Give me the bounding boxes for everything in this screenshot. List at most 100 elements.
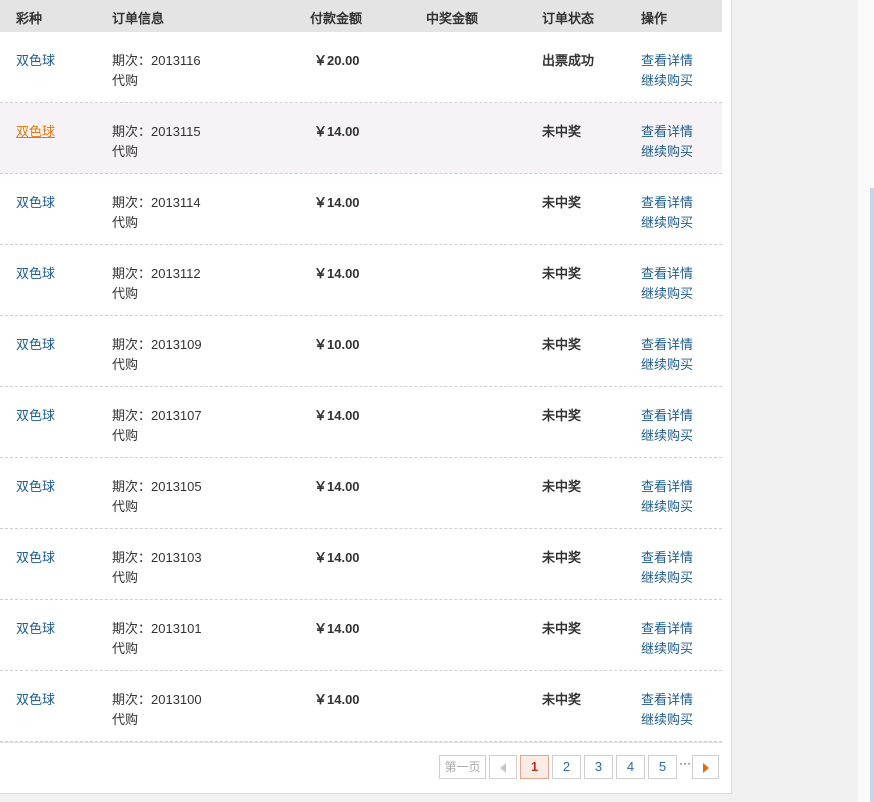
pay-amount: ￥14.00 (314, 621, 360, 636)
order-list-panel: 彩种 订单信息 付款金额 中奖金额 订单状态 操作 双色球 期次：2013116… (0, 0, 732, 794)
issue-number: 期次：2013114 (112, 195, 201, 210)
row-actions: 查看详情 继续购买 (641, 477, 693, 517)
lottery-type-link[interactable]: 双色球 (16, 335, 55, 355)
view-details-link[interactable]: 查看详情 (641, 122, 693, 142)
prev-page-button[interactable] (489, 755, 517, 779)
page-button[interactable]: 4 (616, 755, 645, 779)
order-status: 未中奖 (542, 408, 582, 423)
order-info: 期次：2013100 代购 (112, 690, 202, 730)
table-row: 双色球 期次：2013114 代购 ￥14.00 未中奖 查看详情 继续购买 (0, 174, 722, 245)
lottery-type-link[interactable]: 双色球 (16, 51, 55, 71)
row-actions: 查看详情 继续购买 (641, 122, 693, 162)
issue-number: 期次：2013109 (112, 337, 202, 352)
order-status: 未中奖 (542, 479, 582, 494)
order-mode: 代购 (112, 641, 139, 656)
lottery-type-link[interactable]: 双色球 (16, 122, 55, 142)
continue-buy-link[interactable]: 继续购买 (641, 426, 693, 446)
view-details-link[interactable]: 查看详情 (641, 477, 693, 497)
table-row: 双色球 期次：2013100 代购 ￥14.00 未中奖 查看详情 继续购买 (0, 671, 722, 742)
continue-buy-link[interactable]: 继续购买 (641, 568, 693, 588)
pay-amount: ￥20.00 (314, 53, 360, 68)
header-win-amount: 中奖金额 (426, 11, 479, 26)
view-details-link[interactable]: 查看详情 (641, 690, 693, 710)
scrollbar-thumb[interactable] (870, 188, 874, 802)
view-details-link[interactable]: 查看详情 (641, 264, 693, 284)
view-details-link[interactable]: 查看详情 (641, 51, 693, 71)
order-status: 未中奖 (542, 337, 582, 352)
row-actions: 查看详情 继续购买 (641, 193, 693, 233)
lottery-type-link[interactable]: 双色球 (16, 548, 55, 568)
lottery-type-link[interactable]: 双色球 (16, 193, 55, 213)
order-mode: 代购 (112, 570, 139, 585)
pay-amount: ￥14.00 (314, 550, 360, 565)
continue-buy-link[interactable]: 继续购买 (641, 497, 693, 517)
lottery-type-link[interactable]: 双色球 (16, 264, 55, 284)
lottery-type-link[interactable]: 双色球 (16, 690, 55, 710)
table-row: 双色球 期次：2013112 代购 ￥14.00 未中奖 查看详情 继续购买 (0, 245, 722, 316)
page-button[interactable]: 3 (584, 755, 613, 779)
view-details-link[interactable]: 查看详情 (641, 619, 693, 639)
triangle-left-icon (500, 762, 506, 773)
order-info: 期次：2013112 代购 (112, 264, 201, 304)
row-actions: 查看详情 继续购买 (641, 690, 693, 730)
page-button-current[interactable]: 1 (520, 755, 549, 779)
continue-buy-link[interactable]: 继续购买 (641, 71, 693, 91)
pay-amount: ￥14.00 (314, 408, 360, 423)
order-info: 期次：2013114 代购 (112, 193, 201, 233)
header-operations: 操作 (641, 11, 668, 26)
continue-buy-link[interactable]: 继续购买 (641, 639, 693, 659)
view-details-link[interactable]: 查看详情 (641, 548, 693, 568)
order-mode: 代购 (112, 144, 139, 159)
issue-number: 期次：2013115 (112, 124, 201, 139)
order-mode: 代购 (112, 286, 139, 301)
order-mode: 代购 (112, 73, 139, 88)
lottery-type-link[interactable]: 双色球 (16, 406, 55, 426)
issue-number: 期次：2013100 (112, 692, 202, 707)
continue-buy-link[interactable]: 继续购买 (641, 710, 693, 730)
issue-number: 期次：2013116 (112, 53, 201, 68)
continue-buy-link[interactable]: 继续购买 (641, 142, 693, 162)
order-status: 未中奖 (542, 124, 582, 139)
order-status: 未中奖 (542, 550, 582, 565)
page-button[interactable]: 2 (552, 755, 581, 779)
page-button[interactable]: 5 (648, 755, 677, 779)
order-status: 出票成功 (542, 53, 595, 68)
view-details-link[interactable]: 查看详情 (641, 193, 693, 213)
table-row: 双色球 期次：2013101 代购 ￥14.00 未中奖 查看详情 继续购买 (0, 600, 722, 671)
view-details-link[interactable]: 查看详情 (641, 335, 693, 355)
header-order-status: 订单状态 (542, 11, 595, 26)
table-row: 双色球 期次：2013107 代购 ￥14.00 未中奖 查看详情 继续购买 (0, 387, 722, 458)
lottery-type-link[interactable]: 双色球 (16, 619, 55, 639)
view-details-link[interactable]: 查看详情 (641, 406, 693, 426)
order-status: 未中奖 (542, 692, 582, 707)
table-row: 双色球 期次：2013109 代购 ￥10.00 未中奖 查看详情 继续购买 (0, 316, 722, 387)
order-info: 期次：2013115 代购 (112, 122, 201, 162)
page-ellipsis: ··· (679, 756, 691, 770)
row-actions: 查看详情 继续购买 (641, 335, 693, 375)
triangle-right-icon (702, 762, 709, 773)
order-mode: 代购 (112, 712, 139, 727)
order-status: 未中奖 (542, 266, 582, 281)
row-actions: 查看详情 继续购买 (641, 264, 693, 304)
order-status: 未中奖 (542, 621, 582, 636)
header-type: 彩种 (16, 11, 43, 26)
table-row: 双色球 期次：2013115 代购 ￥14.00 未中奖 查看详情 继续购买 (0, 103, 722, 174)
table-row: 双色球 期次：2013116 代购 ￥20.00 出票成功 查看详情 继续购买 (0, 32, 722, 103)
row-actions: 查看详情 继续购买 (641, 548, 693, 588)
order-info: 期次：2013103 代购 (112, 548, 202, 588)
issue-number: 期次：2013101 (112, 621, 202, 636)
continue-buy-link[interactable]: 继续购买 (641, 213, 693, 233)
order-mode: 代购 (112, 357, 139, 372)
order-mode: 代购 (112, 428, 139, 443)
next-page-button[interactable] (692, 755, 719, 779)
pay-amount: ￥14.00 (314, 266, 360, 281)
pager-divider (0, 742, 722, 743)
row-actions: 查看详情 继续购买 (641, 619, 693, 659)
lottery-type-link[interactable]: 双色球 (16, 477, 55, 497)
continue-buy-link[interactable]: 继续购买 (641, 355, 693, 375)
pay-amount: ￥14.00 (314, 124, 360, 139)
order-mode: 代购 (112, 215, 139, 230)
order-info: 期次：2013101 代购 (112, 619, 202, 659)
first-page-button[interactable]: 第一页 (439, 755, 486, 779)
continue-buy-link[interactable]: 继续购买 (641, 284, 693, 304)
